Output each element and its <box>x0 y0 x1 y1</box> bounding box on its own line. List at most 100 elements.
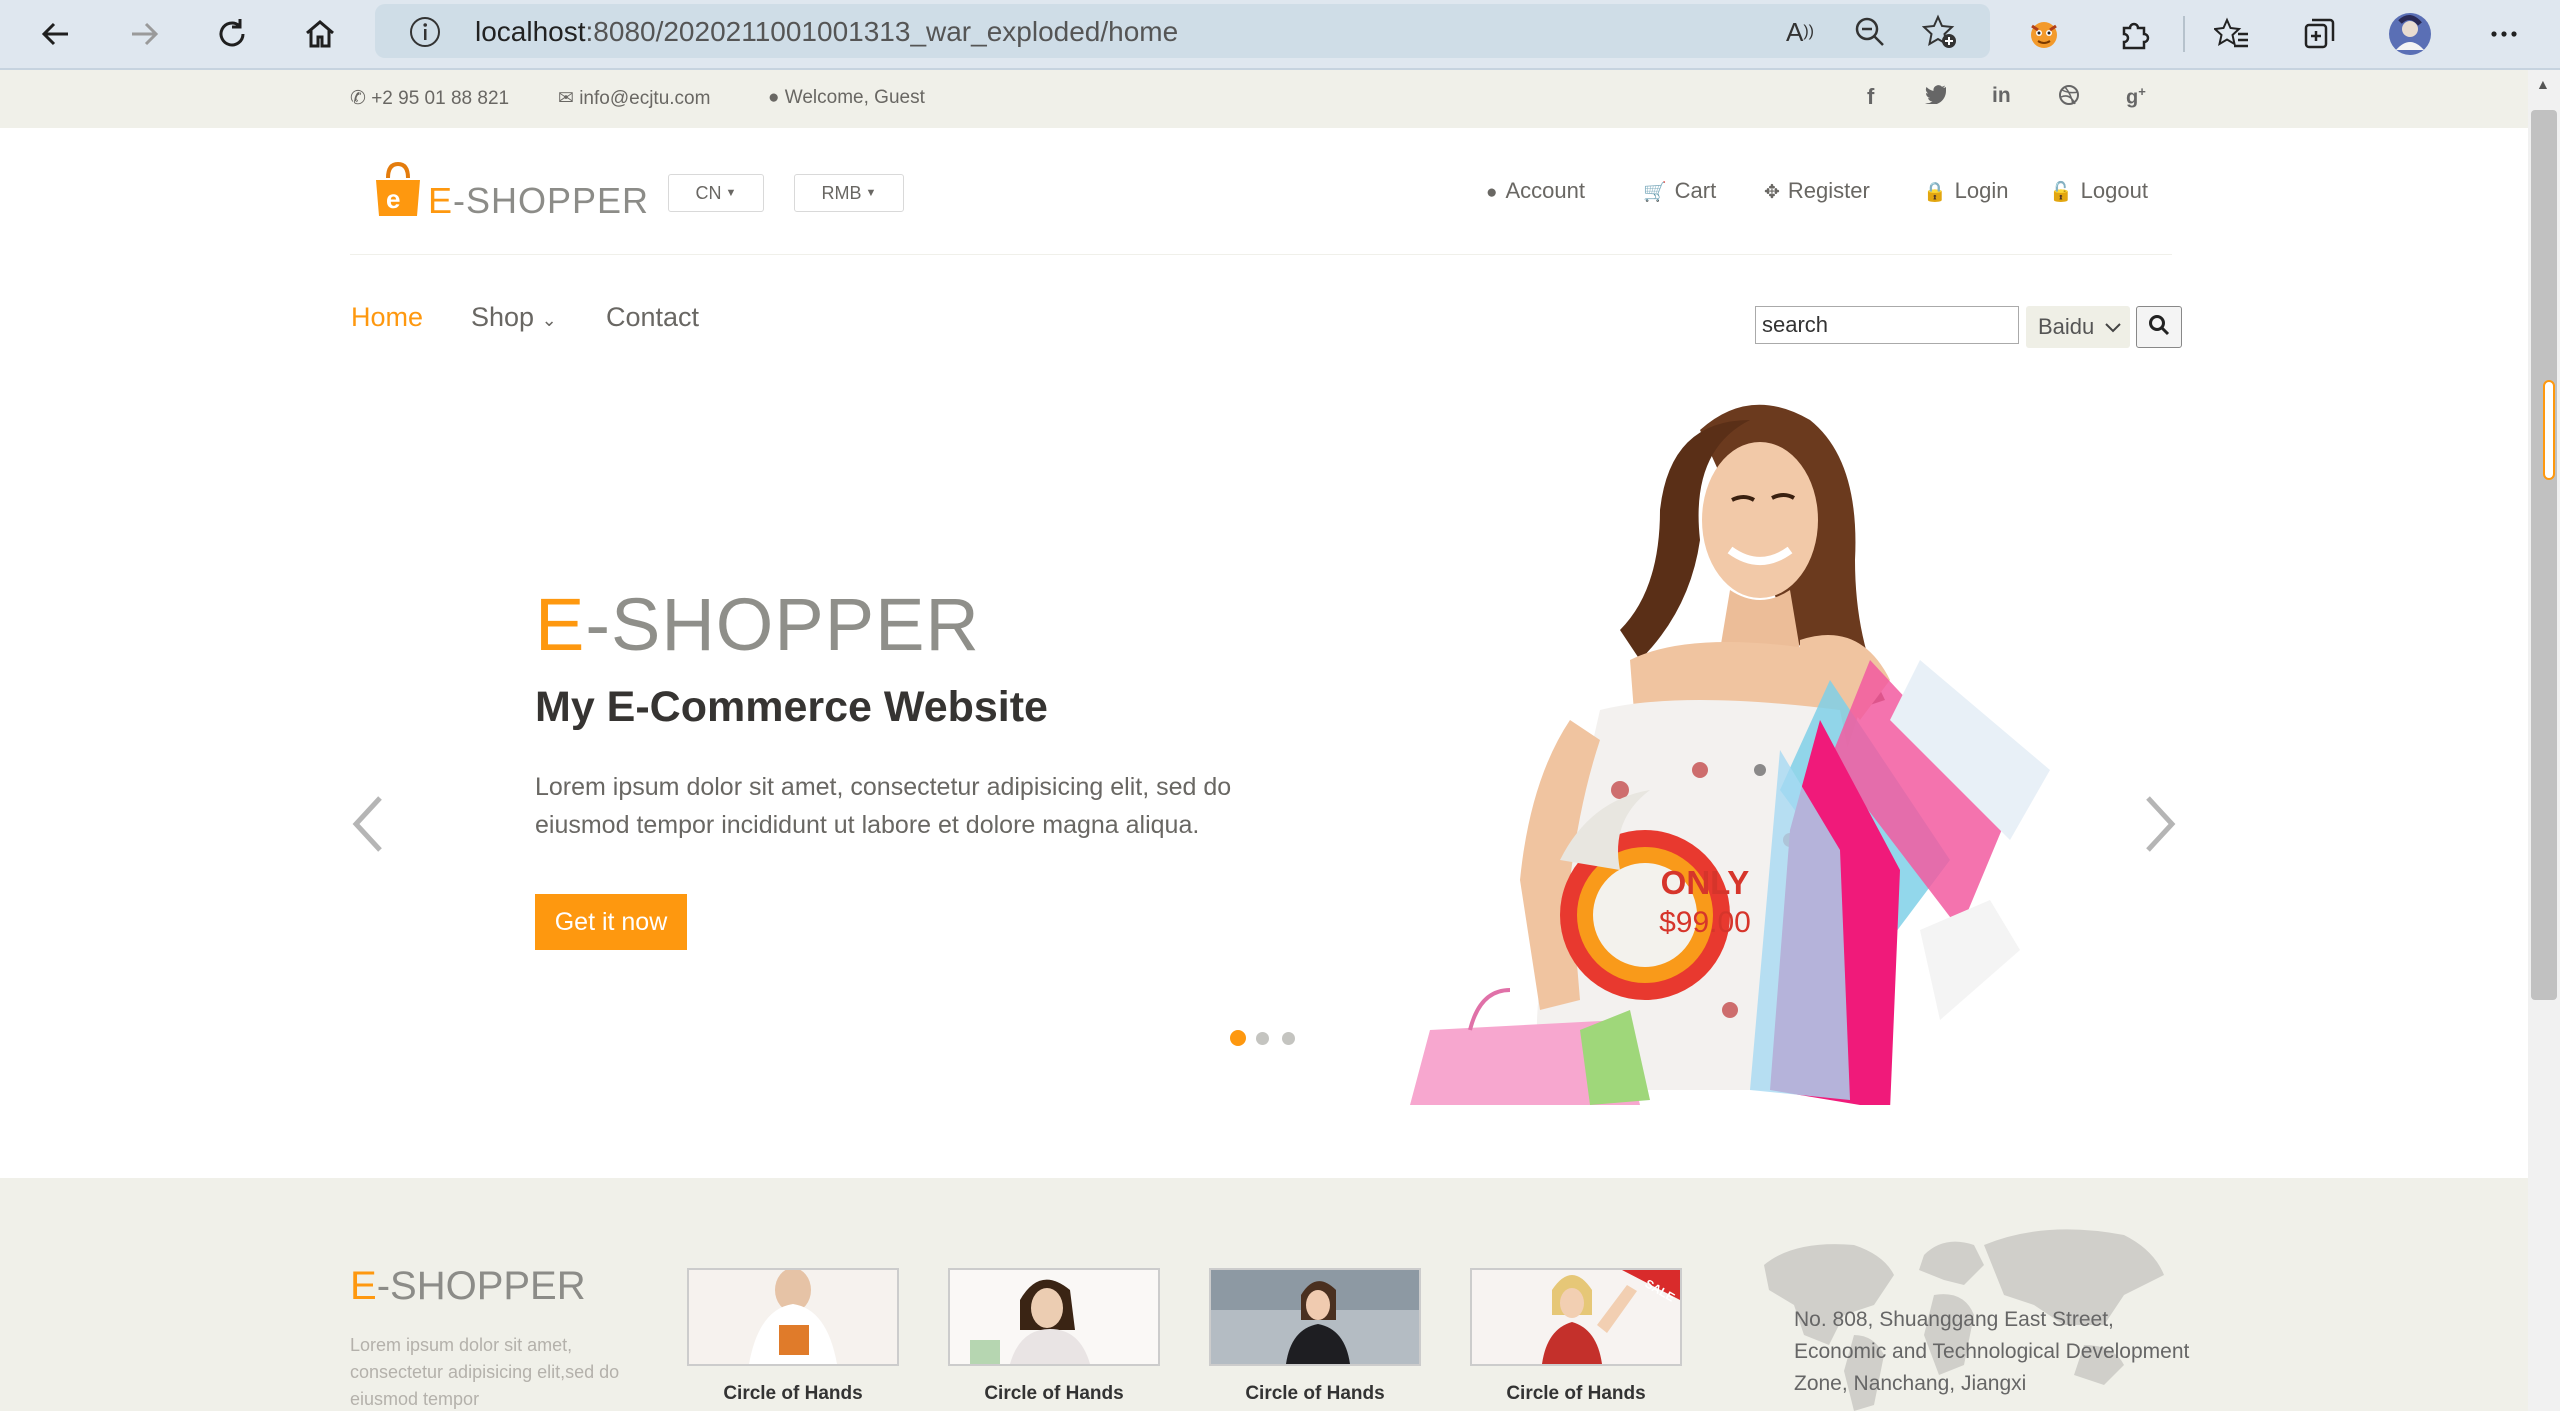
language-dropdown[interactable]: CN ▼ <box>668 174 764 212</box>
crosshairs-icon: ✥ <box>1764 182 1780 203</box>
footer-address: No. 808, Shuanggang East Street, Economi… <box>1794 1308 2190 1395</box>
slider-dot-3[interactable] <box>1282 1032 1295 1045</box>
nav-home[interactable]: Home <box>351 302 423 333</box>
user-icon: ● <box>768 87 780 108</box>
footer-description: Lorem ipsum dolor sit amet, consectetur … <box>350 1335 620 1409</box>
price-badge-value: $99.00 <box>1659 906 1751 939</box>
forward-icon[interactable] <box>120 10 168 58</box>
url-path: :8080/2020211001001313_war_exploded/home <box>585 16 1179 47</box>
slider-prev-icon[interactable] <box>348 790 388 870</box>
twitter-icon[interactable] <box>1925 84 1947 110</box>
url-text[interactable]: localhost:8080/2020211001001313_war_expl… <box>475 16 1178 48</box>
header-divider <box>350 254 2172 255</box>
logo-letter: E <box>428 180 454 221</box>
scroll-up-icon[interactable]: ▲ <box>2536 76 2550 92</box>
lock-icon: 🔒 <box>1923 182 1947 203</box>
language-value: CN <box>695 182 722 203</box>
video-caption-4[interactable]: Circle of Hands <box>1470 1383 1682 1405</box>
account-label: Account <box>1505 178 1585 203</box>
envelope-icon: ✉ <box>558 88 574 109</box>
slide-title-word: -SHOPPER <box>585 583 980 666</box>
slide-title: E-SHOPPER <box>535 582 980 667</box>
get-it-now-button[interactable]: Get it now <box>535 894 687 950</box>
cart-link[interactable]: 🛒 Cart <box>1643 178 1716 204</box>
unlock-icon: 🔓 <box>2049 182 2073 203</box>
slider-dot-2[interactable] <box>1256 1032 1269 1045</box>
footer-logo: E-SHOPPER <box>350 1264 586 1309</box>
extension-mascot-icon[interactable] <box>2020 10 2068 58</box>
facebook-icon[interactable]: f <box>1867 84 1874 110</box>
hero-image <box>1400 390 2130 1110</box>
contact-bar: ✆ +2 95 01 88 821 ✉ info@ecjtu.com ● Wel… <box>0 70 2528 128</box>
google-plus-icon[interactable]: g+ <box>2126 84 2146 110</box>
zoom-out-icon[interactable] <box>1850 12 1890 52</box>
slide-title-letter: E <box>535 583 586 666</box>
nav-contact[interactable]: Contact <box>606 302 699 333</box>
refresh-icon[interactable] <box>208 10 256 58</box>
scrollbar-marker <box>2543 380 2555 480</box>
email-info[interactable]: ✉ info@ecjtu.com <box>558 87 710 110</box>
logo-bag-icon[interactable]: e <box>372 160 424 220</box>
home-icon[interactable] <box>296 10 344 58</box>
chevron-down-icon <box>2104 314 2122 340</box>
caret-down-icon: ▼ <box>725 187 737 199</box>
video-thumbnail-3[interactable] <box>1209 1268 1421 1366</box>
read-aloud-icon[interactable]: A)) <box>1780 12 1820 52</box>
video-caption-3[interactable]: Circle of Hands <box>1209 1383 1421 1405</box>
site-logo[interactable]: E-SHOPPER <box>428 180 649 222</box>
slide-subtitle: My E-Commerce Website <box>535 683 1048 731</box>
login-link[interactable]: 🔒 Login <box>1923 178 2009 204</box>
video-caption-1[interactable]: Circle of Hands <box>687 1383 899 1405</box>
info-icon[interactable] <box>405 12 445 52</box>
phone-icon: ✆ <box>350 88 366 109</box>
logout-link[interactable]: 🔓 Logout <box>2049 178 2148 204</box>
phone-info: ✆ +2 95 01 88 821 <box>350 87 509 110</box>
nav-shop-label: Shop <box>471 302 535 332</box>
email-text: info@ecjtu.com <box>579 88 711 109</box>
add-favorite-icon[interactable] <box>1920 12 1960 52</box>
profile-avatar-icon[interactable] <box>2386 10 2434 58</box>
login-label: Login <box>1954 178 2009 203</box>
register-link[interactable]: ✥ Register <box>1764 178 1870 204</box>
logout-label: Logout <box>2080 178 2148 203</box>
account-link[interactable]: ● Account <box>1486 178 1585 204</box>
back-icon[interactable] <box>32 10 80 58</box>
currency-value: RMB <box>821 182 862 203</box>
linkedin-icon[interactable]: in <box>1992 84 2011 108</box>
browser-toolbar: localhost:8080/2020211001001313_war_expl… <box>0 0 2560 70</box>
url-host: localhost <box>475 16 586 47</box>
more-options-icon[interactable] <box>2480 10 2528 58</box>
footer-logo-letter: E <box>350 1264 377 1308</box>
register-label: Register <box>1787 178 1870 203</box>
search-icon <box>2148 314 2170 341</box>
search-button[interactable] <box>2136 306 2182 348</box>
slide-description: Lorem ipsum dolor sit amet, consectetur … <box>535 773 1232 839</box>
collections-icon[interactable] <box>2296 10 2344 58</box>
address-bar[interactable]: localhost:8080/2020211001001313_war_expl… <box>375 4 1990 58</box>
user-icon: ● <box>1486 182 1498 203</box>
welcome-text: Welcome, Guest <box>784 87 925 108</box>
video-caption-2[interactable]: Circle of Hands <box>948 1383 1160 1405</box>
footer-logo-word: -SHOPPER <box>376 1264 586 1308</box>
slider-dot-1[interactable] <box>1230 1030 1246 1046</box>
video-thumbnail-2[interactable] <box>948 1268 1160 1366</box>
toolbar-divider <box>2183 16 2185 52</box>
currency-dropdown[interactable]: RMB ▼ <box>794 174 904 212</box>
video-thumbnail-4[interactable]: SALE <box>1470 1268 1682 1366</box>
price-badge-label: ONLY <box>1660 864 1750 901</box>
nav-shop[interactable]: Shop ⌄ <box>471 302 557 333</box>
scrollbar-thumb[interactable] <box>2531 110 2557 1000</box>
favorites-icon[interactable] <box>2208 10 2256 58</box>
slider-next-icon[interactable] <box>2140 790 2180 870</box>
welcome-info: ● Welcome, Guest <box>768 87 925 109</box>
extensions-puzzle-icon[interactable] <box>2110 10 2158 58</box>
logo-word: -SHOPPER <box>453 180 650 221</box>
search-engine-select[interactable]: Baidu <box>2026 306 2130 348</box>
caret-down-icon: ▼ <box>865 187 877 199</box>
cart-label: Cart <box>1674 178 1717 203</box>
dribbble-icon[interactable] <box>2058 84 2080 112</box>
shopping-cart-icon: 🛒 <box>1643 182 1667 203</box>
search-input[interactable] <box>1755 306 2019 344</box>
video-thumbnail-1[interactable] <box>687 1268 899 1366</box>
svg-text:e: e <box>386 184 400 214</box>
